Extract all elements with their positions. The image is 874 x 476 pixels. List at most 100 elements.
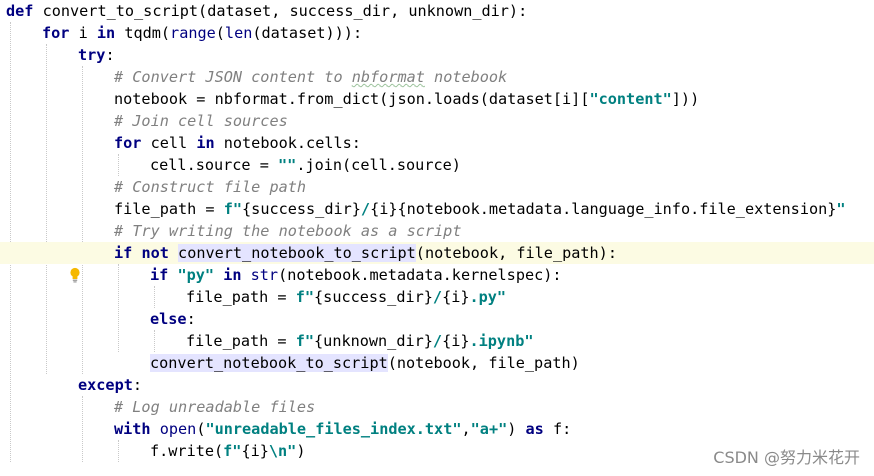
string-literal: / (360, 200, 371, 218)
keyword: for (114, 134, 142, 152)
function-name: convert_to_script (42, 2, 199, 20)
code-text: (notebook.metadata.kernelspec): (278, 266, 562, 284)
keyword: else (150, 310, 187, 328)
string-literal: "" (278, 156, 297, 174)
code-line[interactable]: if "py" in str(notebook.metadata.kernels… (0, 264, 874, 286)
code-text: (dataset))): (252, 24, 363, 42)
code-line[interactable]: with open("unreadable_files_index.txt","… (0, 418, 874, 440)
code-text: cell (141, 134, 197, 152)
builtin: str (250, 266, 279, 284)
keyword: for (42, 24, 70, 42)
builtin: len (224, 24, 253, 42)
string-literal: f" (295, 332, 315, 350)
code-text: file_path = (186, 332, 296, 350)
code-line[interactable]: def convert_to_script(dataset, success_d… (0, 0, 874, 22)
code-line[interactable]: # Convert JSON content to nbformat noteb… (0, 66, 874, 88)
code-line[interactable]: # Join cell sources (0, 110, 874, 132)
keyword: if (150, 266, 169, 284)
code-line[interactable]: try: (0, 44, 874, 66)
code-line[interactable]: convert_notebook_to_script(notebook, fil… (0, 352, 874, 374)
keyword: in (223, 266, 242, 284)
f-string-expr: {success_dir} (314, 288, 433, 306)
keyword: with (114, 420, 151, 438)
usage-highlight[interactable]: convert_notebook_to_script (178, 244, 416, 262)
string-literal: .ipynb" (469, 332, 534, 350)
code-text: file_path = (114, 200, 224, 218)
string-literal: \n" (268, 442, 297, 460)
code-text: ) (507, 420, 526, 438)
comment: # Log unreadable files (114, 398, 316, 416)
keyword: try (78, 46, 106, 64)
code-line[interactable]: file_path = f"{unknown_dir}/{i}.ipynb" (0, 330, 874, 352)
code-line[interactable]: for i in tqdm(range(len(dataset))): (0, 22, 874, 44)
code-line[interactable]: notebook = nbformat.from_dict(json.loads… (0, 88, 874, 110)
code-text: f: (543, 420, 572, 438)
comment: # Construct file path (114, 178, 307, 196)
code-line[interactable]: # Construct file path (0, 176, 874, 198)
code-text: : (105, 46, 115, 64)
code-text: i (69, 24, 97, 42)
code-line[interactable]: file_path = f"{success_dir}/{i}{notebook… (0, 198, 874, 220)
code-text: tqdm( (115, 24, 171, 42)
code-text: ])) (671, 90, 700, 108)
f-string-expr: {i}{notebook.metadata.language_info.file… (370, 200, 837, 218)
current-code-line[interactable]: if not convert_notebook_to_script(notebo… (0, 242, 874, 283)
f-string-expr: {i} (442, 332, 470, 350)
keyword: in (196, 134, 215, 152)
string-literal: "py" (177, 266, 215, 284)
string-literal: "content" (589, 90, 672, 108)
lightbulb-icon[interactable] (14, 245, 80, 283)
code-line[interactable]: for cell in notebook.cells: (0, 132, 874, 154)
keyword: if (114, 244, 133, 262)
comment: # Join cell sources (114, 112, 288, 130)
comment: notebook (424, 68, 508, 86)
code-text: file_path = (186, 288, 296, 306)
code-text: notebook.cells: (214, 134, 361, 152)
code-text: ( (215, 24, 225, 42)
string-literal: "unreadable_files_index.txt" (205, 420, 462, 438)
code-text: , (461, 420, 471, 438)
string-literal: .py" (469, 288, 507, 306)
keyword: not (141, 244, 169, 262)
typo-squiggle[interactable]: nbformat (352, 68, 425, 86)
keyword: except (78, 376, 133, 394)
keyword: as (525, 420, 544, 438)
keyword: def (6, 2, 34, 20)
string-literal: f" (223, 200, 243, 218)
comment: # Try writing the notebook as a script (114, 222, 462, 240)
code-text: .join(cell.source) (296, 156, 461, 174)
comment: # Convert JSON content to (114, 68, 352, 86)
code-line[interactable]: except: (0, 374, 874, 396)
code-text: notebook = nbformat.from_dict(json.loads… (114, 90, 590, 108)
builtin: range (170, 24, 216, 42)
string-literal: f" (295, 288, 315, 306)
builtin: open (159, 420, 197, 438)
string-literal: / (432, 288, 443, 306)
code-text: : (186, 310, 196, 328)
watermark: CSDN @努力米花开 (713, 448, 860, 467)
code-text: : (132, 376, 143, 394)
string-literal: " (836, 200, 846, 218)
code-text: ) (296, 442, 306, 460)
f-string-expr: {i} (442, 288, 470, 306)
code-text: f.write( (150, 442, 224, 460)
f-string-expr: {success_dir} (242, 200, 361, 218)
code-text: (dataset, success_dir, unknown_dir): (198, 2, 528, 20)
code-text: (notebook, file_path) (387, 354, 580, 372)
code-line[interactable]: cell.source = "".join(cell.source) (0, 154, 874, 176)
keyword: in (96, 24, 116, 42)
code-line[interactable]: # Log unreadable files (0, 396, 874, 418)
string-literal: f" (223, 442, 242, 460)
code-text: (notebook, file_path): (415, 244, 617, 262)
usage-highlight[interactable]: convert_notebook_to_script (150, 354, 388, 372)
code-editor[interactable]: def convert_to_script(dataset, success_d… (0, 0, 874, 476)
code-line[interactable]: file_path = f"{success_dir}/{i}.py" (0, 286, 874, 308)
code-line[interactable]: # Try writing the notebook as a script (0, 220, 874, 242)
code-line[interactable]: else: (0, 308, 874, 330)
f-string-expr: {i} (241, 442, 269, 460)
f-string-expr: {unknown_dir} (314, 332, 433, 350)
